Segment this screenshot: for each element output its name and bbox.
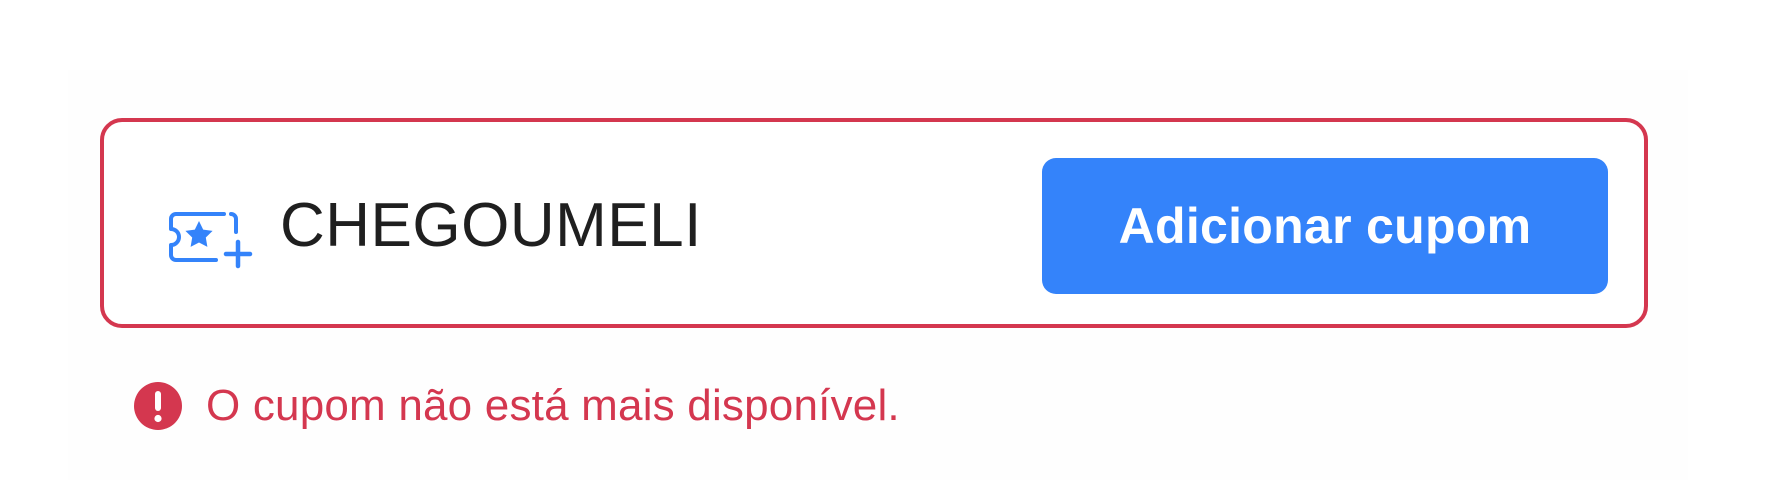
add-coupon-button[interactable]: Adicionar cupom xyxy=(1042,158,1608,294)
alert-circle-icon xyxy=(132,380,184,432)
coupon-error-message: O cupom não está mais disponível. xyxy=(132,376,900,436)
coupon-code-input[interactable] xyxy=(280,180,880,270)
coupon-ticket-icon xyxy=(166,204,254,270)
error-message-text: O cupom não está mais disponível. xyxy=(206,381,900,430)
coupon-field-container: Adicionar cupom xyxy=(100,118,1648,328)
